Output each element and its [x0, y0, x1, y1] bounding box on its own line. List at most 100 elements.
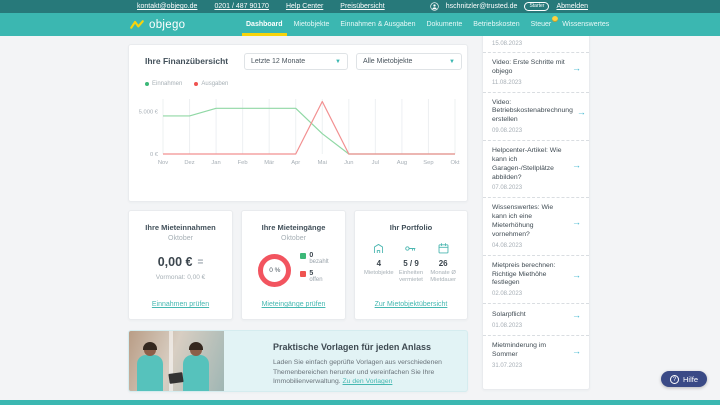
templates-banner: Praktische Vorlagen für jeden Anlass Lad… — [128, 330, 468, 392]
open-square-icon — [300, 271, 307, 277]
period-filter-dropdown[interactable]: Letzte 12 Monate ▼ — [244, 53, 348, 70]
check-receipts-link[interactable]: Mieteingänge prüfen — [242, 301, 345, 308]
sidebar-news-item[interactable]: Mietpreis berechnen: Richtige Miethöhe f… — [483, 256, 589, 305]
x-tick-label: Mai — [318, 160, 327, 166]
nav-tab-einnahmen-ausgaben[interactable]: Einnahmen & Ausgaben — [340, 13, 415, 36]
objego-logo-icon — [130, 20, 144, 29]
help-button[interactable]: ? Hilfe — [660, 371, 707, 387]
footer-bar — [0, 400, 720, 405]
receipts-legend: 0 bezahlt 5 offen — [300, 252, 329, 288]
rent-income-month: Oktober — [168, 235, 193, 242]
logout-link[interactable]: Abmelden — [556, 3, 588, 10]
topbar-link[interactable]: kontakt@objego.de — [137, 3, 197, 10]
brand-name: objego — [149, 18, 186, 31]
x-tick-label: Apr — [291, 160, 300, 166]
sidebar-news-item[interactable]: Mietminderung im Sommer → 31.07.2023 — [483, 336, 589, 375]
check-income-link[interactable]: Einnahmen prüfen — [129, 301, 232, 308]
y-tick-label: 0 € — [150, 152, 159, 158]
nav-tabs: Dashboard Mietobjekte Einnahmen & Ausgab… — [242, 13, 609, 36]
rent-receipts-month: Oktober — [281, 235, 306, 242]
key-icon — [405, 246, 416, 251]
templates-link[interactable]: Zu den Vorlagen — [343, 378, 393, 385]
x-tick-label: Dez — [184, 160, 194, 166]
brand-logo[interactable]: objego — [130, 13, 185, 36]
sidebar-news-item[interactable]: Solarpflicht → 01.08.2023 — [483, 304, 589, 337]
chevron-down-icon: ▼ — [449, 58, 455, 65]
stat-mietdauer: 26 Monate Ø Mietdauer — [427, 242, 459, 284]
finance-line-chart: Nov Dez Jan Feb Mär Apr Mai Jun Jul Aug Sep Okt 5.00… — [139, 99, 460, 166]
nav-tab-dokumente[interactable]: Dokumente — [426, 13, 462, 36]
calendar-icon — [438, 243, 449, 254]
topbar-link[interactable]: Help Center — [286, 3, 323, 10]
arrow-right-icon: → — [576, 106, 586, 117]
sidebar-news-item[interactable]: Video: Erste Schritte mit objego → 11.08… — [483, 53, 589, 93]
sidebar-news-item[interactable]: Wissenswertes: Wie kann ich eine Mieterh… — [483, 198, 589, 256]
arrow-right-icon: → — [572, 310, 581, 321]
nav-tab-mietobjekte[interactable]: Mietobjekte — [294, 13, 330, 36]
receipts-donut-chart: 0 % — [258, 253, 292, 287]
banner-text: Laden Sie einfach geprüfte Vorlagen aus … — [273, 359, 442, 386]
arrow-right-icon: → — [572, 62, 581, 73]
receipts-paid-row: 0 bezahlt — [300, 252, 329, 265]
legend-dot-green-icon — [145, 82, 149, 86]
property-filter-dropdown[interactable]: Alle Mietobjekte ▼ — [356, 53, 462, 70]
sidebar-news-item[interactable]: Helpcenter-Artikel: Wie kann ich Garagen… — [483, 141, 589, 199]
stat-mietobjekte: 4 Mietobjekte — [363, 242, 395, 284]
x-tick-label: Nov — [158, 160, 168, 166]
arrow-right-icon: → — [572, 346, 581, 357]
finance-overview-card: Ihre Finanzübersicht Letzte 12 Monate ▼ … — [128, 44, 468, 202]
top-utility-bar: kontakt@objego.de 0201 / 487 90170 Help … — [0, 0, 720, 13]
arrow-right-icon: → — [572, 270, 581, 280]
topbar-link[interactable]: Preisübersicht — [340, 3, 384, 10]
rent-income-previous: Vormonat: 0,00 € — [155, 274, 206, 281]
x-tick-label: Sep — [423, 160, 433, 166]
chevron-down-icon: ▼ — [335, 58, 341, 65]
nav-tab-steuer[interactable]: Steuer — [531, 13, 559, 36]
x-tick-label: Jun — [344, 160, 353, 166]
rent-income-card: Ihre Mieteinnahmen Oktober 0,00 € = Vorm… — [128, 210, 233, 320]
user-email[interactable]: hschnitzler@trusted.de — [446, 3, 518, 10]
portfolio-card: Ihr Portfolio 4 Mietobjekte 5 / 9 Einhei… — [354, 210, 468, 320]
main-navbar: objego Dashboard Mietobjekte Einnahmen &… — [0, 13, 720, 36]
series-ausgaben — [163, 100, 455, 155]
rent-receipts-title: Ihre Mieteingänge — [261, 223, 326, 232]
legend-ausgaben: Ausgaben — [194, 81, 228, 87]
banner-title: Praktische Vorlagen für jeden Anlass — [273, 342, 432, 352]
topbar-account-area: hschnitzler@trusted.de Starter Abmelden — [430, 2, 588, 11]
legend-dot-red-icon — [194, 82, 199, 86]
sidebar-news-item[interactable]: Video: Betriebskostenabrechnung erstelle… — [483, 93, 589, 142]
portfolio-title: Ihr Portfolio — [389, 223, 433, 232]
x-tick-label: Jul — [372, 160, 379, 166]
paid-square-icon — [300, 253, 307, 259]
rent-receipts-card: Ihre Mieteingänge Oktober 0 % 0 bezahlt … — [241, 210, 346, 320]
series-einnahmen — [163, 107, 455, 155]
receipts-open-row: 5 offen — [300, 270, 328, 283]
banner-image — [129, 331, 224, 391]
sidebar-news-item[interactable]: 15.08.2023 — [483, 36, 589, 53]
nav-tab-betriebskosten[interactable]: Betriebskosten — [473, 13, 519, 36]
x-tick-label: Feb — [238, 160, 248, 166]
rent-income-amount: 0,00 € — [157, 255, 193, 269]
user-avatar-icon — [430, 2, 439, 11]
legend-einnahmen: Einnahmen — [145, 81, 182, 87]
building-icon — [374, 243, 384, 253]
rent-income-title: Ihre Mieteinnahmen — [145, 223, 216, 232]
arrow-right-icon: → — [572, 217, 581, 228]
nav-tab-wissenswertes[interactable]: Wissenswertes — [562, 13, 609, 36]
portfolio-overview-link[interactable]: Zur Mietobjektübersicht — [355, 301, 467, 308]
x-tick-label: Okt — [450, 160, 459, 166]
steuer-emoji-badge-icon — [552, 16, 559, 22]
trend-equals-icon: = — [197, 256, 204, 268]
x-tick-label: Jan — [211, 160, 220, 166]
x-tick-label: Mär — [264, 160, 274, 166]
topbar-link[interactable]: 0201 / 487 90170 — [214, 3, 269, 10]
y-tick-label: 5.000 € — [139, 110, 159, 116]
plan-badge: Starter — [524, 2, 550, 11]
chart-legend: Einnahmen Ausgaben — [145, 81, 228, 87]
stat-einheiten: 5 / 9 Einheiten vermietet — [395, 242, 427, 284]
nav-tab-dashboard[interactable]: Dashboard — [242, 13, 287, 36]
active-tab-underline — [242, 33, 287, 36]
question-mark-icon: ? — [669, 374, 679, 384]
news-sidebar: 15.08.2023 Video: Erste Schritte mit obj… — [482, 36, 590, 390]
topbar-links: kontakt@objego.de 0201 / 487 90170 Help … — [137, 3, 385, 10]
